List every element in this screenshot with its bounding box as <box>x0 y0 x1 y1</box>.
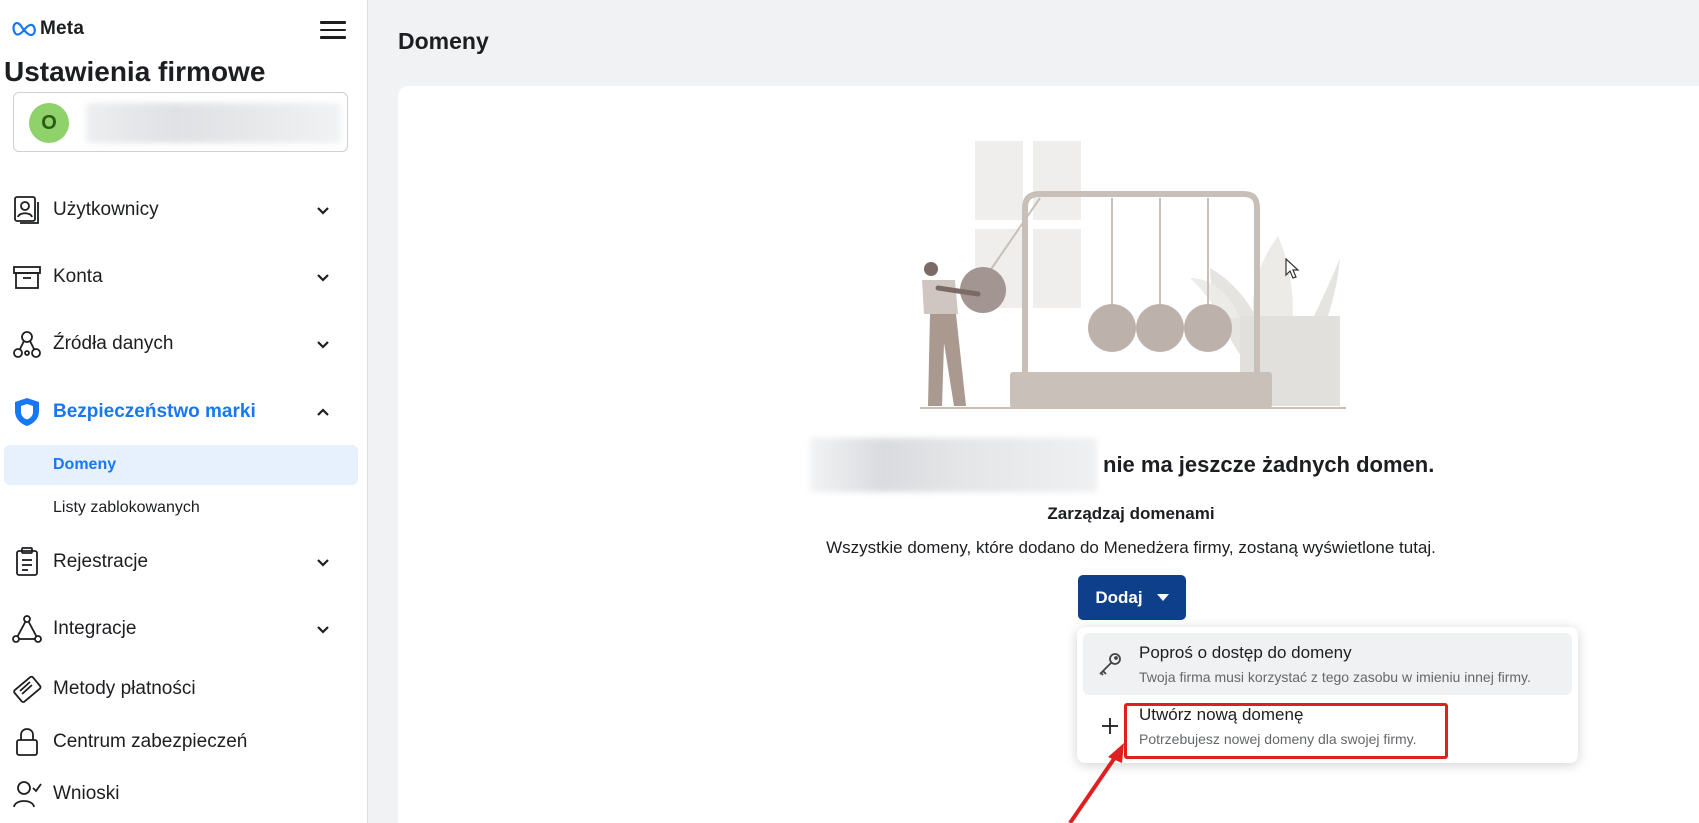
sidebar-item-label: Użytkownicy <box>53 199 159 220</box>
sidebar-item-label: Metody płatności <box>53 678 196 699</box>
credit-card-icon <box>12 674 42 704</box>
add-button[interactable]: Dodaj <box>1078 575 1186 620</box>
meta-logo-text: Meta <box>40 18 85 39</box>
empty-state-heading: nie ma jeszcze żadnych domen. <box>810 438 1434 492</box>
menu-item-title: Utwórz nową domenę <box>1139 705 1304 724</box>
lock-icon <box>12 727 42 757</box>
key-icon <box>1095 649 1125 679</box>
chevron-up-icon <box>313 402 333 422</box>
sidebar-item-label: Bezpieczeństwo marki <box>53 401 256 422</box>
sidebar-item-requests[interactable]: Wnioski <box>0 770 360 818</box>
redacted-business-name <box>86 103 341 143</box>
sidebar-subitem-label: Domeny <box>53 456 117 473</box>
sidebar-item-label: Źródła danych <box>53 333 174 354</box>
meta-logo[interactable]: Meta <box>12 18 84 40</box>
page-title: Domeny <box>398 28 489 54</box>
menu-item-description: Potrzebujesz nowej domeny dla swojej fir… <box>1139 731 1417 747</box>
users-icon <box>12 195 42 225</box>
sidebar-item-label: Konta <box>53 266 103 287</box>
redacted-company-name <box>810 438 1097 492</box>
caret-down-icon <box>1156 594 1169 601</box>
sidebar-item-data-sources[interactable]: Źródła danych <box>0 320 360 368</box>
mouse-cursor-icon <box>1285 258 1300 279</box>
sidebar-item-security-center[interactable]: Centrum zabezpieczeń <box>0 718 360 766</box>
sidebar-item-accounts[interactable]: Konta <box>0 253 360 301</box>
chevron-down-icon <box>313 334 333 354</box>
sidebar-item-label: Centrum zabezpieczeń <box>53 731 248 752</box>
chevron-down-icon <box>313 267 333 287</box>
sidebar-item-label: Wnioski <box>53 783 120 804</box>
sidebar-item-integrations[interactable]: Integracje <box>0 605 360 653</box>
empty-state-heading-text: nie ma jeszcze żadnych domen. <box>1103 452 1435 477</box>
add-button-label: Dodaj <box>1095 587 1143 607</box>
archive-box-icon <box>12 262 42 292</box>
sidebar-title: Ustawienia firmowe <box>4 56 266 87</box>
person-check-icon <box>12 779 42 809</box>
sidebar-item-payment-methods[interactable]: Metody płatności <box>0 665 360 713</box>
shield-icon <box>12 397 42 427</box>
meta-infinity-icon <box>12 22 36 36</box>
menu-item-description: Twoja firma musi korzystać z tego zasobu… <box>1139 669 1531 685</box>
annotation-arrow-icon <box>1068 743 1124 823</box>
sidebar-item-users[interactable]: Użytkownicy <box>0 186 360 234</box>
menu-item-request-domain-access[interactable]: Poproś o dostęp do domeny Twoja firma mu… <box>1083 633 1572 695</box>
empty-state-subheading: Zarządzaj domenami <box>1047 504 1215 523</box>
business-account-selector[interactable]: O <box>13 92 348 152</box>
chevron-down-icon <box>313 619 333 639</box>
sidebar-item-brand-safety[interactable]: Bezpieczeństwo marki <box>0 388 360 436</box>
data-sources-icon <box>12 329 42 359</box>
empty-state-description: Wszystkie domeny, które dodano do Menedż… <box>826 538 1436 557</box>
sidebar-item-label: Integracje <box>53 618 137 639</box>
avatar: O <box>29 103 69 143</box>
sidebar: Meta Ustawienia firmowe O Użytkownicy Ko… <box>0 0 368 823</box>
empty-state-illustration <box>920 141 1346 409</box>
integrations-icon <box>12 614 42 644</box>
menu-item-title: Poproś o dostęp do domeny <box>1139 643 1352 662</box>
sidebar-subitem-domains[interactable]: Domeny <box>4 445 358 485</box>
menu-item-create-new-domain[interactable]: Utwórz nową domenę Potrzebujesz nowej do… <box>1083 695 1572 757</box>
chevron-down-icon <box>313 200 333 220</box>
menu-hamburger-icon[interactable] <box>320 17 346 43</box>
add-dropdown-menu: Poproś o dostęp do domeny Twoja firma mu… <box>1077 627 1578 763</box>
